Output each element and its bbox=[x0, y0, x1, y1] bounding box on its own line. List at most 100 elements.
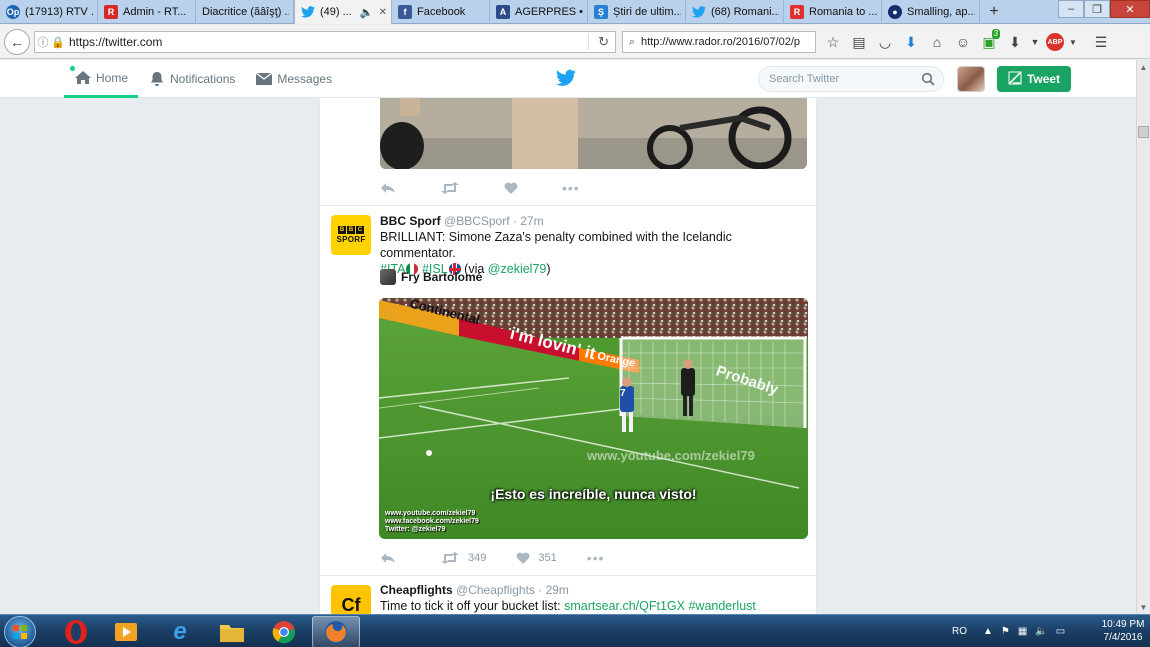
volume-icon[interactable]: 🔈 bbox=[1035, 626, 1047, 637]
pocket-icon[interactable]: ◡ bbox=[872, 31, 898, 53]
like-button[interactable]: 351 bbox=[516, 552, 557, 564]
browser-tab-label: Diacritice (ăâîşţ) ... bbox=[202, 6, 289, 18]
home-icon[interactable]: ⌂ bbox=[924, 31, 950, 53]
retweet-button[interactable]: 349 bbox=[440, 552, 486, 564]
divider bbox=[320, 205, 816, 206]
browser-search-bar[interactable]: ⌕ http://www.rador.ro/2016/07/02/p bbox=[622, 31, 816, 53]
tweet-button[interactable]: Tweet bbox=[997, 66, 1071, 92]
arrow-left-icon: ← bbox=[10, 33, 24, 50]
twitter-bird-icon[interactable] bbox=[556, 69, 576, 87]
taskbar-app-chrome[interactable] bbox=[260, 616, 308, 647]
scroll-down-icon[interactable]: ▼ bbox=[1137, 600, 1150, 614]
speaker-icon[interactable]: 🔈 bbox=[360, 6, 374, 19]
taskbar: e RO ▲ ⚑ ▦ 🔈 ▭ 10:49 PM 7/4/2016 bbox=[0, 614, 1150, 647]
search-icon[interactable] bbox=[921, 72, 935, 86]
globe-favicon-icon: ● bbox=[888, 5, 902, 19]
new-tab-button[interactable]: + bbox=[980, 0, 1008, 24]
chat-icon[interactable]: ☺ bbox=[950, 31, 976, 53]
back-button[interactable]: ← bbox=[4, 28, 30, 55]
extension-icon[interactable]: ▣ 3 bbox=[976, 29, 1002, 53]
close-tab-icon[interactable]: ✕ bbox=[375, 7, 387, 18]
taskbar-app-media[interactable] bbox=[102, 616, 150, 647]
avatar[interactable]: B B C SPORF bbox=[331, 215, 371, 255]
minimize-button[interactable]: – bbox=[1058, 0, 1084, 18]
twitter-header: Home Notifications Messages Search Twitt… bbox=[0, 60, 1136, 98]
chevron-up-icon[interactable]: ▲ bbox=[983, 626, 993, 637]
browser-tab[interactable]: ● Smalling, ap... bbox=[882, 0, 980, 24]
browser-search-text[interactable]: http://www.rador.ro/2016/07/02/p bbox=[641, 36, 800, 48]
scroll-thumb[interactable] bbox=[1138, 126, 1149, 138]
bookmark-star-icon[interactable]: ☆ bbox=[820, 31, 846, 53]
mention-link[interactable]: @zekiel79 bbox=[488, 262, 547, 276]
taskbar-app-opera[interactable] bbox=[52, 616, 100, 647]
windows-start-button[interactable] bbox=[4, 616, 36, 647]
more-button[interactable]: ••• bbox=[562, 180, 580, 196]
taskbar-app-firefox[interactable] bbox=[312, 616, 360, 647]
retweet-button[interactable] bbox=[440, 182, 460, 194]
chevron-down-icon[interactable]: ▼ bbox=[1028, 31, 1042, 53]
agerpres-favicon-icon: A bbox=[496, 5, 510, 19]
tweet-link[interactable]: smartsear.ch/QFt1GX bbox=[564, 599, 685, 613]
browser-tab[interactable]: (68) Romani... bbox=[686, 0, 784, 24]
twitter-search-input[interactable]: Search Twitter bbox=[758, 66, 944, 92]
taskbar-app-explorer[interactable] bbox=[208, 616, 256, 647]
quoted-account[interactable]: Fry Bartolomé bbox=[380, 269, 482, 285]
hashtag-link[interactable]: #wanderlust bbox=[688, 599, 755, 613]
tweet-author-name[interactable]: BBC Sporf bbox=[380, 214, 441, 228]
info-icon[interactable]: ⓘ bbox=[35, 34, 51, 50]
flag-icon[interactable]: ⚑ bbox=[1001, 626, 1010, 637]
browser-tab[interactable]: f Facebook bbox=[392, 0, 490, 24]
network-icon[interactable]: ▦ bbox=[1018, 626, 1027, 637]
browser-tab[interactable]: R Admin - RT... bbox=[98, 0, 196, 24]
system-tray: RO ▲ ⚑ ▦ 🔈 ▭ bbox=[948, 615, 1069, 647]
avatar[interactable]: Cf bbox=[331, 585, 371, 614]
more-button[interactable]: ••• bbox=[587, 550, 605, 566]
tweet-actions: ••• bbox=[380, 180, 624, 196]
chevron-down-icon[interactable]: ▼ bbox=[1068, 31, 1078, 53]
url-text[interactable]: https://twitter.com bbox=[69, 35, 162, 49]
tweet-time[interactable]: · 29m bbox=[538, 583, 569, 597]
taskbar-clock[interactable]: 10:49 PM 7/4/2016 bbox=[1098, 618, 1148, 644]
browser-tab[interactable]: R Romania to ... bbox=[784, 0, 882, 24]
like-button[interactable] bbox=[504, 182, 518, 194]
heart-icon bbox=[516, 552, 530, 564]
bookmarks-list-icon[interactable]: ▤ bbox=[846, 31, 872, 53]
taskbar-app-ie[interactable]: e bbox=[156, 616, 204, 647]
menu-icon[interactable]: ☰ bbox=[1088, 31, 1114, 53]
video-credit-line: www.facebook.com/zekiel79 bbox=[385, 518, 479, 525]
tweet-media-photo[interactable] bbox=[380, 98, 807, 169]
save-down-icon[interactable]: ⬇ bbox=[1002, 31, 1028, 53]
tweet-time[interactable]: · 27m bbox=[513, 214, 544, 228]
tweet-actions: 349 351 ••• bbox=[380, 550, 648, 566]
nav-notifications[interactable]: Notifications bbox=[138, 60, 245, 98]
browser-tab[interactable]: Ş Știri de ultim... bbox=[588, 0, 686, 24]
nav-home[interactable]: Home bbox=[64, 60, 139, 98]
more-dots-icon: ••• bbox=[586, 550, 605, 566]
vertical-scrollbar[interactable]: ▲ ▼ bbox=[1136, 60, 1150, 614]
via-suffix: ) bbox=[546, 262, 551, 276]
tweet-author-handle[interactable]: @BBCSporf bbox=[444, 214, 510, 228]
reply-button[interactable] bbox=[380, 552, 396, 564]
tweet-author-name[interactable]: Cheapflights bbox=[380, 583, 453, 597]
display-icon[interactable]: ▭ bbox=[1056, 626, 1065, 637]
browser-tab-active[interactable]: (49) ... 🔈 ✕ bbox=[294, 0, 392, 24]
reload-icon[interactable]: ↻ bbox=[598, 34, 609, 50]
bbc-logo: B B C bbox=[338, 226, 364, 234]
browser-tab[interactable]: A AGERPRES • ... bbox=[490, 0, 588, 24]
language-indicator[interactable]: RO bbox=[952, 626, 967, 637]
close-window-button[interactable]: ✕ bbox=[1110, 0, 1150, 18]
avatar[interactable] bbox=[957, 66, 985, 92]
adblock-icon[interactable]: ABP bbox=[1046, 33, 1064, 51]
scroll-up-icon[interactable]: ▲ bbox=[1137, 60, 1150, 74]
reply-button[interactable] bbox=[380, 182, 396, 194]
nav-messages[interactable]: Messages bbox=[245, 60, 342, 98]
tweet-author-handle[interactable]: @Cheapflights bbox=[456, 583, 535, 597]
address-bar[interactable]: ⓘ 🔒 https://twitter.com ↻ bbox=[34, 31, 616, 53]
browser-tab[interactable]: Diacritice (ăâîşţ) ... bbox=[196, 0, 294, 24]
restore-button[interactable]: ❐ bbox=[1084, 0, 1110, 18]
search-icon: ⌕ bbox=[628, 35, 636, 48]
download-icon[interactable]: ⬇ bbox=[898, 31, 924, 53]
tweet-video[interactable]: Continental i'm lovin' it Orange Probabl… bbox=[379, 298, 808, 539]
heart-icon bbox=[504, 182, 518, 194]
browser-tab[interactable]: Op (17913) RTV ... bbox=[0, 0, 98, 24]
